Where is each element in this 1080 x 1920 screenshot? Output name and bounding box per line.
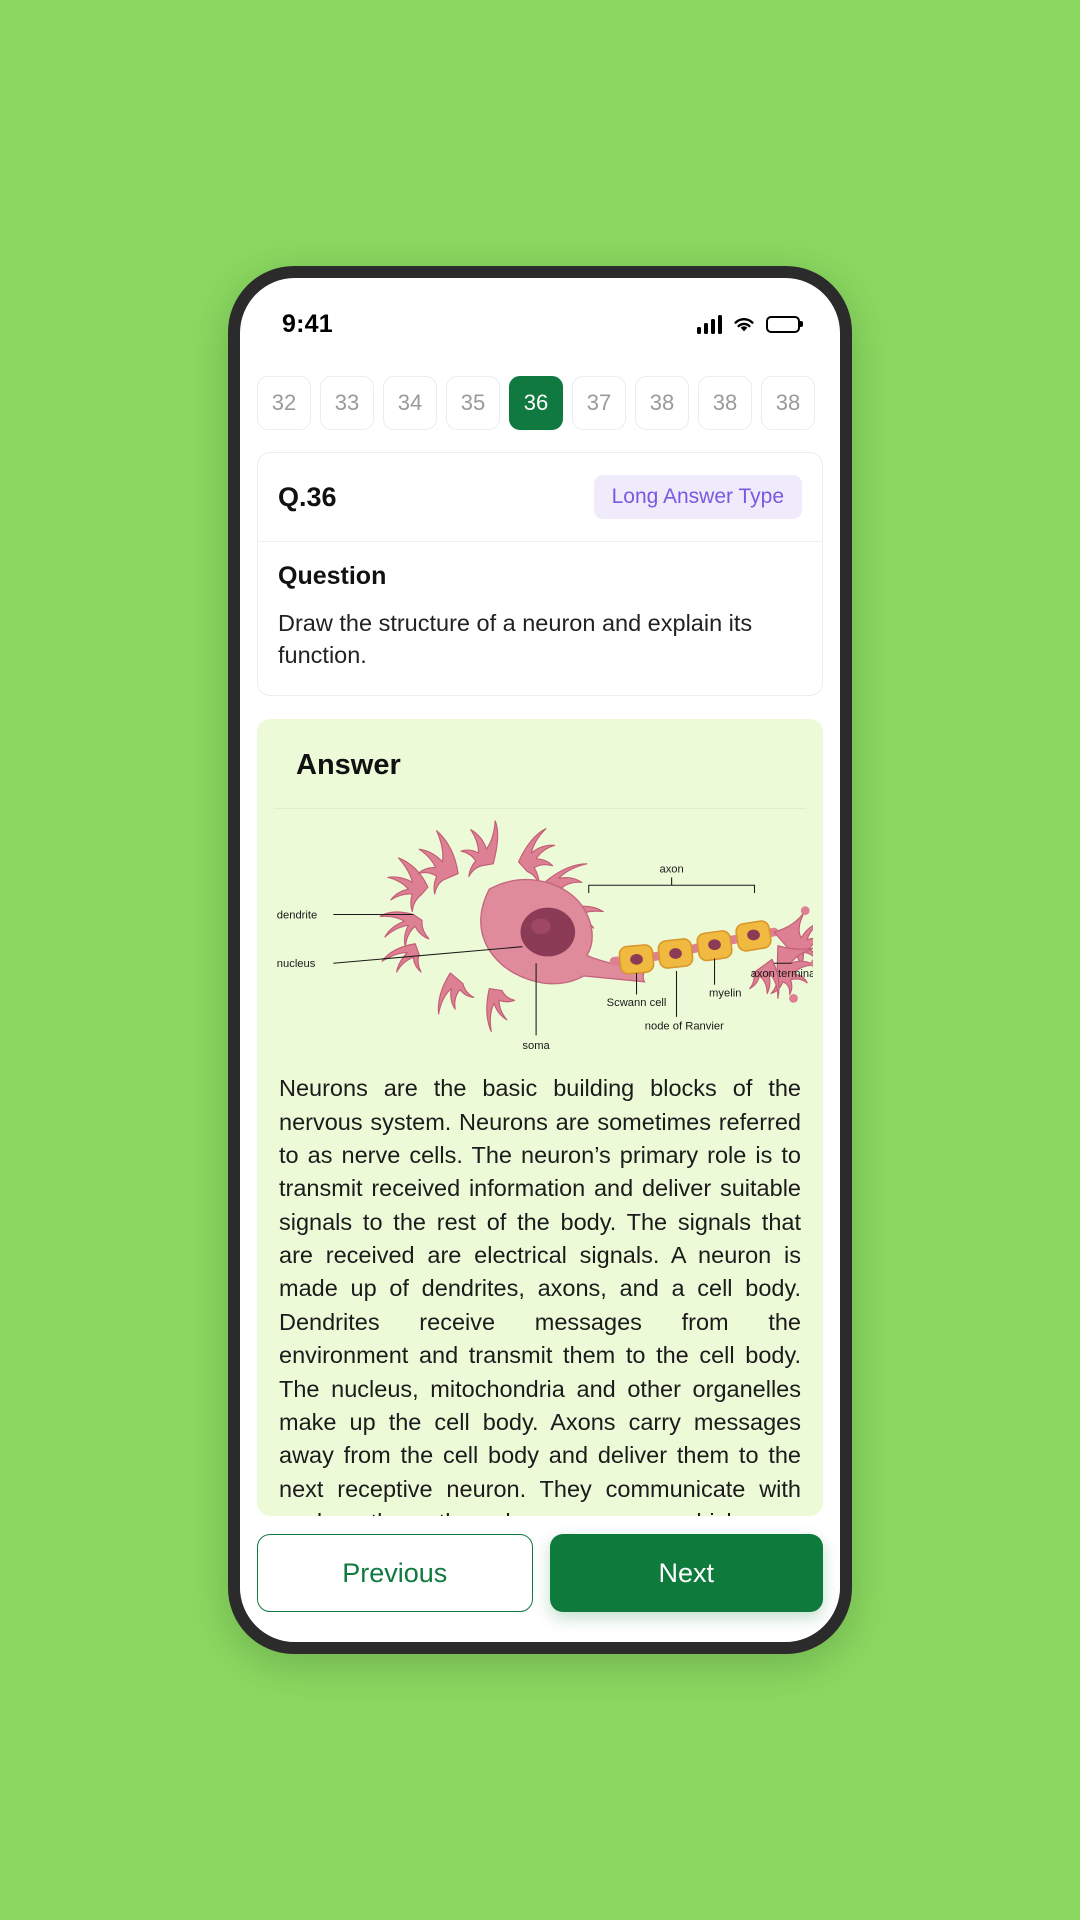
pager-item-label: 37 [586, 390, 612, 415]
next-button[interactable]: Next [549, 1534, 823, 1612]
diagram-label-axon: axon [659, 864, 683, 876]
answer-card-header: Answer [274, 719, 806, 810]
diagram-label-soma: soma [522, 1040, 550, 1052]
question-card-body: Question Draw the structure of a neuron … [258, 542, 822, 695]
answer-card: Answer .dlbl{font-family:"Liberation San… [257, 719, 823, 1516]
cellular-signal-icon [696, 314, 722, 334]
question-text: Draw the structure of a neuron and expla… [278, 610, 753, 668]
pager-item[interactable]: 35 [446, 376, 500, 430]
content-scroll-area[interactable]: Q.36 Long Answer Type Question Draw the … [240, 430, 840, 1516]
pager-item[interactable]: 32 [257, 376, 311, 430]
pager-item-label: 38 [649, 390, 675, 415]
wifi-icon [732, 315, 756, 333]
status-time: 9:41 [282, 309, 333, 338]
diagram-label-dendrite: dendrite [277, 910, 318, 922]
diagram-label-node-of-ranvier: node of Ranvier [645, 1021, 724, 1033]
pager-item-active[interactable]: 36 [509, 376, 563, 430]
previous-button[interactable]: Previous [257, 1534, 533, 1612]
question-number: Q.36 [278, 481, 337, 512]
pager-item[interactable]: 38 [761, 376, 815, 430]
question-type-badge: Long Answer Type [593, 475, 802, 519]
question-card-header: Q.36 Long Answer Type [258, 453, 822, 542]
battery-icon [766, 315, 800, 333]
diagram-label-nucleus: nucleus [277, 959, 316, 971]
answer-title: Answer [296, 749, 401, 782]
status-icons [696, 314, 800, 334]
pager-item[interactable]: 37 [572, 376, 626, 430]
pager-item-label: 38 [775, 390, 801, 415]
question-pager[interactable]: 32 33 34 35 36 37 38 38 38 [240, 352, 840, 430]
diagram-label-axon-terminal: axon terminal [751, 968, 813, 980]
answer-text: Neurons are the basic building blocks of… [279, 1075, 801, 1516]
pager-item[interactable]: 38 [635, 376, 689, 430]
phone-frame: 9:41 32 33 34 35 36 37 38 38 38 Q.36 Lon… [228, 266, 852, 1654]
diagram-label-schwann-cell: Scwann cell [607, 998, 667, 1010]
question-section-label: Question [278, 562, 387, 590]
navigation-footer: Previous Next [240, 1516, 840, 1642]
pager-item[interactable]: 33 [320, 376, 374, 430]
pager-item-label: 32 [271, 390, 297, 415]
pager-item-label: 36 [523, 390, 549, 415]
diagram-label-myelin: myelin [709, 988, 741, 1000]
pager-item-label: 35 [460, 390, 486, 415]
question-card: Q.36 Long Answer Type Question Draw the … [257, 452, 823, 697]
neuron-structure-diagram: .dlbl{font-family:"Liberation Sans",sans… [257, 809, 823, 1058]
pager-item[interactable]: 38 [698, 376, 752, 430]
pager-item[interactable]: 34 [383, 376, 437, 430]
pager-item-label: 34 [397, 390, 423, 415]
pager-item-label: 33 [334, 390, 360, 415]
status-bar: 9:41 [240, 278, 840, 352]
phone-screen: 9:41 32 33 34 35 36 37 38 38 38 Q.36 Lon… [240, 278, 840, 1642]
pager-item-label: 38 [712, 390, 738, 415]
